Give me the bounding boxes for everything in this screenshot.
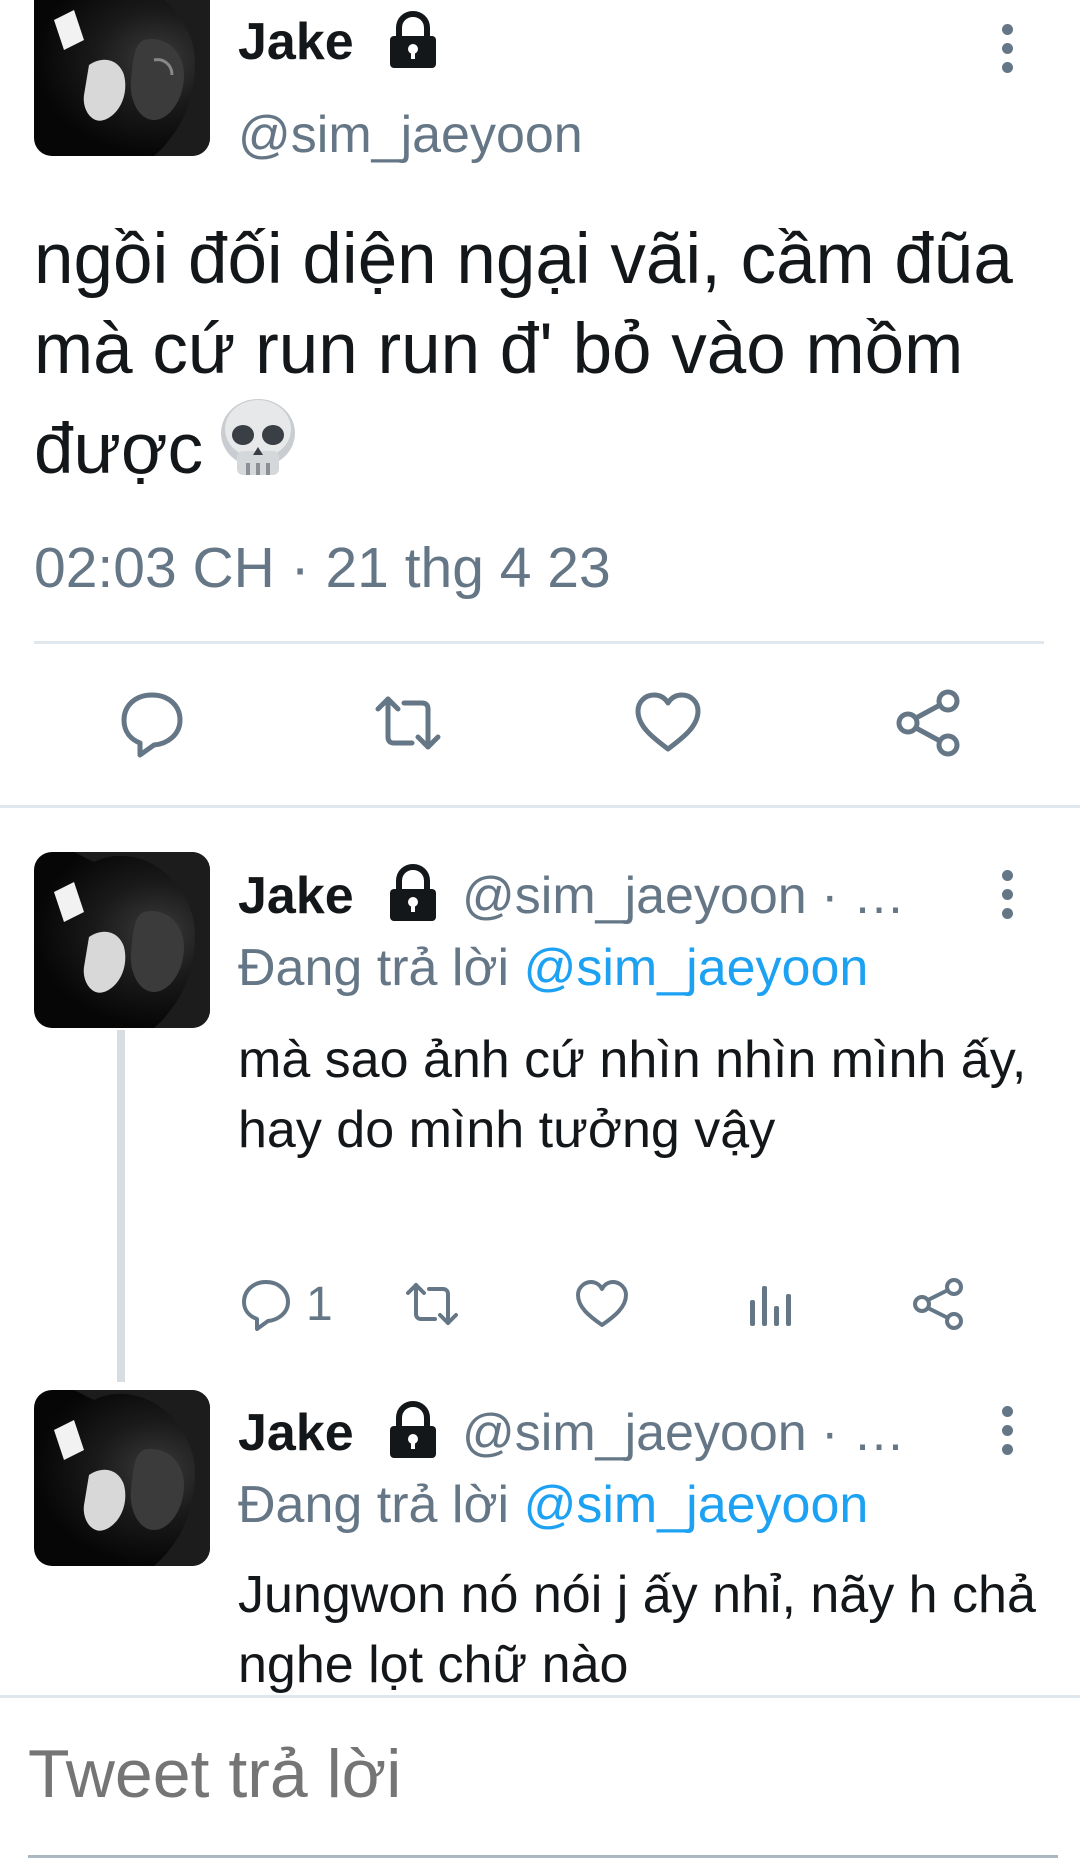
like-icon[interactable]	[632, 687, 704, 759]
avatar-image	[54, 1390, 210, 1566]
avatar[interactable]	[34, 0, 210, 156]
avatar-image	[54, 852, 210, 1028]
retweet-icon	[406, 1283, 458, 1325]
skull-emoji	[215, 395, 301, 503]
replying-to: Đang trả lời @sim_jaeyoon	[238, 938, 868, 998]
reply-text: mà sao ảnh cứ nhìn nhìn mình ấy, hay do …	[238, 1031, 1027, 1159]
lock-icon	[390, 1400, 436, 1458]
more-options-icon[interactable]	[997, 24, 1017, 73]
tweet-text-content: ngồi đối diện ngại vãi, cầm đũa mà cứ ru…	[34, 220, 1013, 489]
reply-button[interactable]: 1	[238, 1274, 333, 1334]
replying-to: Đang trả lời @sim_jaeyoon	[238, 1475, 868, 1535]
like-button[interactable]	[574, 1274, 630, 1334]
author-name[interactable]: Jake	[238, 866, 354, 926]
share-icon	[913, 1278, 963, 1330]
retweet-button[interactable]	[404, 1274, 460, 1334]
lock-icon	[390, 863, 436, 921]
section-divider	[0, 805, 1080, 808]
replying-to-label: Đang trả lời	[238, 1476, 510, 1534]
share-icon[interactable]	[892, 687, 964, 759]
reply-count: 1	[306, 1277, 333, 1331]
more-options-icon[interactable]	[997, 1406, 1017, 1455]
author-handle[interactable]: @sim_jaeyoon	[238, 105, 583, 165]
lock-icon	[390, 10, 436, 68]
author-handle[interactable]: @sim_jaeyoon · …	[462, 1403, 905, 1463]
author-name[interactable]: Jake	[238, 1403, 354, 1463]
tweet-text: ngồi đối diện ngại vãi, cầm đũa mà cứ ru…	[34, 215, 1034, 503]
compose-underline	[28, 1855, 1058, 1858]
author-name[interactable]: Jake	[238, 12, 354, 72]
replying-to-label: Đang trả lời	[238, 939, 510, 997]
tweet-timestamp: 02:03 CH · 21 thg 4 23	[34, 536, 611, 600]
analytics-button[interactable]	[744, 1274, 800, 1334]
avatar-image	[54, 0, 210, 156]
reply-text: Jungwon nó nói j ấy nhỉ, nãy h chả nghe …	[238, 1566, 1036, 1694]
avatar[interactable]	[34, 1390, 210, 1566]
divider	[34, 641, 1044, 644]
share-button[interactable]	[910, 1274, 966, 1334]
avatar[interactable]	[34, 852, 210, 1028]
more-options-icon[interactable]	[997, 870, 1017, 919]
reply-icon[interactable]	[116, 687, 188, 759]
analytics-icon	[750, 1286, 791, 1326]
reply-icon	[242, 1280, 290, 1331]
reply-compose-input[interactable]	[28, 1735, 1028, 1813]
author-handle[interactable]: @sim_jaeyoon · …	[462, 866, 905, 926]
like-icon	[576, 1280, 628, 1327]
replying-to-mention[interactable]: @sim_jaeyoon	[524, 1476, 869, 1534]
thread-connector	[117, 1030, 125, 1382]
retweet-icon[interactable]	[372, 687, 444, 759]
replying-to-mention[interactable]: @sim_jaeyoon	[524, 939, 869, 997]
